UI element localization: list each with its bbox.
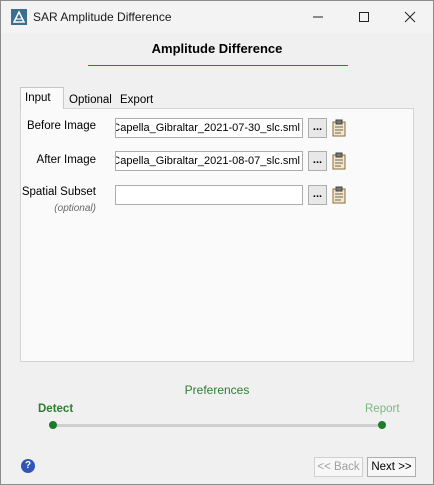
after-image-label: After Image bbox=[36, 154, 96, 166]
title-bar[interactable]: SAR Amplitude Difference bbox=[1, 1, 433, 33]
preferences-link[interactable]: Preferences bbox=[1, 383, 433, 397]
before-image-field[interactable]: C:\Capella_Gibraltar_2021-07-30_slc.sml bbox=[115, 118, 303, 138]
dialog-window: SAR Amplitude Difference Amplitude Diffe… bbox=[0, 0, 434, 485]
after-image-clipboard-icon[interactable] bbox=[332, 152, 346, 170]
tab-export[interactable]: Export bbox=[116, 90, 156, 110]
after-image-field[interactable]: C:\Capella_Gibraltar_2021-08-07_slc.sml bbox=[115, 151, 303, 171]
app-icon bbox=[11, 9, 27, 25]
spatial-subset-label: Spatial Subset bbox=[21, 186, 96, 198]
before-image-clipboard-icon[interactable] bbox=[332, 119, 346, 137]
spatial-subset-clipboard-icon[interactable] bbox=[332, 186, 346, 204]
maximize-button[interactable] bbox=[341, 1, 387, 33]
spatial-subset-browse-button[interactable]: ... bbox=[308, 185, 327, 205]
close-icon bbox=[404, 11, 416, 23]
close-button[interactable] bbox=[387, 1, 433, 33]
after-image-browse-button[interactable]: ... bbox=[308, 151, 327, 171]
maximize-icon bbox=[359, 12, 369, 22]
heading-divider bbox=[88, 65, 348, 66]
step-report-dot bbox=[378, 421, 386, 429]
tab-optional[interactable]: Optional bbox=[65, 90, 115, 110]
step-detect-label: Detect bbox=[38, 403, 74, 415]
window-title: SAR Amplitude Difference bbox=[33, 10, 172, 24]
spatial-subset-field[interactable] bbox=[115, 185, 303, 205]
back-button[interactable]: << Back bbox=[314, 457, 363, 477]
before-image-label: Before Image bbox=[26, 120, 96, 132]
step-report-label: Report bbox=[365, 403, 400, 415]
spatial-subset-optional-note: (optional) bbox=[54, 203, 96, 214]
help-icon[interactable]: ? bbox=[21, 459, 35, 473]
tab-input[interactable]: Input bbox=[20, 87, 64, 109]
before-image-browse-button[interactable]: ... bbox=[308, 118, 327, 138]
input-tab-panel: Before Image C:\Capella_Gibraltar_2021-0… bbox=[20, 108, 414, 362]
page-title: Amplitude Difference bbox=[151, 41, 283, 56]
minimize-button[interactable] bbox=[295, 1, 341, 33]
wizard-progress-track bbox=[53, 424, 383, 427]
next-button[interactable]: Next >> bbox=[367, 457, 416, 477]
minimize-icon bbox=[313, 16, 323, 18]
step-detect-dot bbox=[49, 421, 57, 429]
